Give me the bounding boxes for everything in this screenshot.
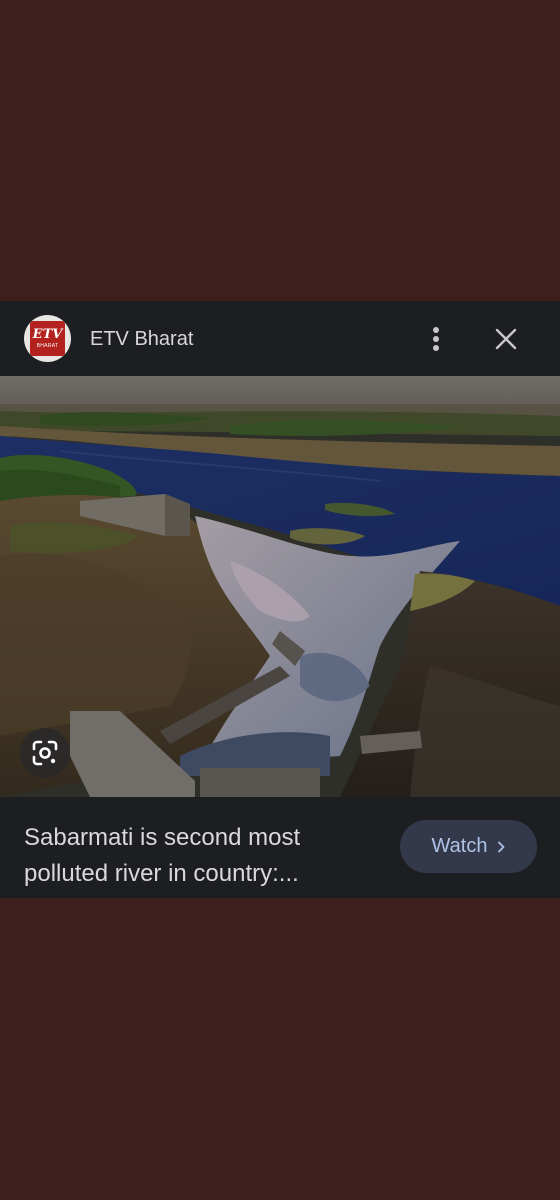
source-name[interactable]: ETV Bharat	[90, 327, 193, 351]
google-lens-icon	[32, 740, 58, 766]
logo-text: ETV	[32, 327, 63, 342]
card-header: ETV BHARAT ETV Bharat	[0, 301, 560, 376]
logo-subtext: BHARAT	[36, 343, 59, 349]
etv-logo-badge: ETV BHARAT	[30, 321, 65, 356]
news-caption[interactable]: Sabarmati is second most polluted river …	[24, 820, 374, 892]
close-button[interactable]	[488, 321, 524, 357]
river-photo-illustration	[0, 376, 560, 797]
more-options-button[interactable]	[420, 321, 452, 357]
google-lens-button[interactable]	[20, 728, 70, 778]
source-logo[interactable]: ETV BHARAT	[24, 315, 71, 362]
image-preview-card: ETV BHARAT ETV Bharat Sabarmati is secon…	[0, 301, 560, 898]
watch-button-label: Watch	[431, 835, 488, 857]
caption-line-1: Sabarmati is second most	[24, 824, 301, 851]
page: ETV BHARAT ETV Bharat Sabarmati is secon…	[0, 0, 560, 1200]
close-icon	[495, 328, 517, 350]
chevron-right-icon	[497, 841, 505, 853]
more-vertical-icon	[433, 327, 439, 351]
news-photo[interactable]	[0, 376, 560, 797]
watch-button[interactable]: Watch	[400, 820, 537, 873]
caption-line-2: polluted river in country:...	[24, 860, 299, 887]
